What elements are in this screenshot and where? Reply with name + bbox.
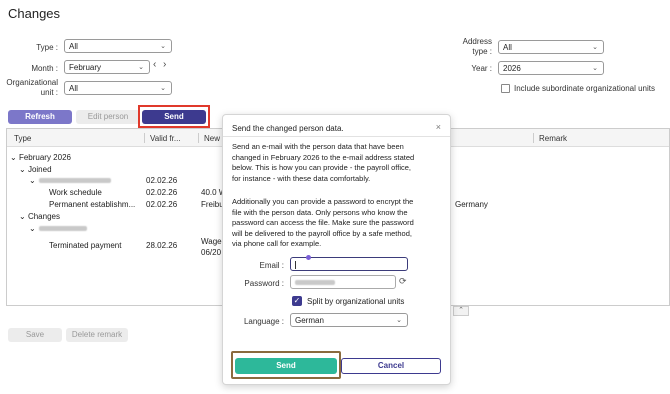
table-row-new-line1: Wage xyxy=(201,237,222,246)
month-select[interactable]: February ⌄ xyxy=(64,60,150,74)
org-unit-select[interactable]: All ⌄ xyxy=(64,81,172,95)
chevron-down-icon: ⌄ xyxy=(396,317,402,324)
column-separator xyxy=(198,133,199,143)
description-line: via phone call for example. xyxy=(232,239,322,248)
description-line: Send an e-mail with the person data that… xyxy=(232,142,404,151)
table-row-type: Terminated payment xyxy=(49,241,122,250)
previous-month-icon[interactable]: ‹ xyxy=(153,59,156,70)
next-month-icon[interactable]: › xyxy=(163,59,166,70)
language-label: Language : xyxy=(243,317,284,326)
column-separator xyxy=(144,133,145,143)
description-line: for instance - with these data comfortab… xyxy=(232,173,371,183)
include-subordinate-checkbox[interactable] xyxy=(501,84,510,93)
split-label: Split by organizational units xyxy=(307,297,405,306)
subgroup-label: Changes xyxy=(27,212,60,221)
dialog-description: Send an e-mail with the person data that… xyxy=(232,142,442,184)
page-title: Changes xyxy=(8,6,61,21)
language-select[interactable]: German ⌄ xyxy=(290,313,408,327)
table-row-type: Work schedule xyxy=(49,188,102,197)
description-line: will be delivered to the payroll office … xyxy=(232,228,412,238)
column-header-valid-from[interactable]: Valid fr... xyxy=(150,134,181,143)
close-icon[interactable]: × xyxy=(436,122,441,132)
dialog-password-info: Additionally you can provide a password … xyxy=(232,197,442,250)
table-row-type: Permanent establishm... xyxy=(49,200,136,209)
org-unit-select-value: All xyxy=(69,84,78,93)
subgroup-row-joined[interactable]: ⌄ Joined xyxy=(19,165,52,174)
chevron-down-icon: ⌄ xyxy=(160,43,166,50)
refresh-button[interactable]: Refresh xyxy=(8,110,72,124)
year-label: Year : xyxy=(471,64,492,73)
dialog-divider xyxy=(223,136,450,137)
split-checkbox[interactable]: ✓ xyxy=(292,296,302,306)
address-type-label: Address type : xyxy=(444,37,492,57)
description-line: password can access the file. Make sure … xyxy=(232,218,414,227)
chevron-down-icon: ⌄ xyxy=(160,85,166,92)
dialog-cancel-button[interactable]: Cancel xyxy=(341,358,441,374)
address-type-select-value: All xyxy=(503,43,512,52)
chevron-down-icon: ⌄ xyxy=(592,44,598,51)
description-line: file with the person data. Only persons … xyxy=(232,207,408,217)
address-type-label-line2: type : xyxy=(472,47,492,56)
table-row-valid: 02.02.26 xyxy=(146,200,178,209)
subgroup-label: Joined xyxy=(27,165,52,174)
month-select-value: February xyxy=(69,63,102,72)
year-select-value: 2026 xyxy=(503,64,521,73)
type-select[interactable]: All ⌄ xyxy=(64,39,172,53)
column-header-type[interactable]: Type xyxy=(14,134,31,143)
email-label: Email : xyxy=(259,261,284,270)
group-label: February 2026 xyxy=(18,153,71,162)
description-line: below. This is how you can provide - the… xyxy=(232,163,411,172)
redacted-person-name xyxy=(39,178,111,183)
text-cursor xyxy=(295,261,296,269)
month-label: Month : xyxy=(31,64,58,73)
table-row-new: Freibu xyxy=(201,200,224,209)
chevron-down-icon: ⌄ xyxy=(29,224,36,233)
column-separator xyxy=(533,133,534,143)
language-select-value: German xyxy=(295,316,324,325)
column-header-remark[interactable]: Remark xyxy=(539,134,567,143)
send-button[interactable]: Send xyxy=(142,110,206,124)
password-field[interactable] xyxy=(290,275,396,289)
description-line: Additionally you can provide a password … xyxy=(232,197,414,206)
regenerate-password-icon[interactable]: ⟳ xyxy=(399,276,407,287)
chevron-down-icon: ⌄ xyxy=(10,153,17,162)
type-label: Type : xyxy=(36,43,58,52)
chevron-down-icon: ⌄ xyxy=(592,65,598,72)
description-line: changed in February 2026 to the e-mail a… xyxy=(232,152,415,162)
org-unit-label: Organizational unit : xyxy=(4,78,58,98)
year-select[interactable]: 2026 ⌄ xyxy=(498,61,604,75)
subgroup-row-changes[interactable]: ⌄ Changes xyxy=(19,212,60,221)
table-row-valid: 02.02.26 xyxy=(146,188,178,197)
table-row-new-line2: 06/20 xyxy=(201,248,222,257)
org-unit-label-line1: Organizational xyxy=(6,78,58,87)
dialog-send-button[interactable]: Send xyxy=(235,358,337,374)
cursor-indicator-icon xyxy=(306,255,311,260)
dialog-title: Send the changed person data. xyxy=(232,124,344,133)
edit-person-button[interactable]: Edit person xyxy=(76,110,140,124)
save-button[interactable]: Save xyxy=(8,328,62,342)
org-unit-label-line2: unit : xyxy=(40,88,58,97)
person-row-joined[interactable]: ⌄ xyxy=(29,176,36,185)
scroll-up-icon[interactable]: ⌃ xyxy=(453,306,469,316)
type-select-value: All xyxy=(69,42,78,51)
table-row-extra: Germany xyxy=(455,200,488,209)
redacted-person-name xyxy=(39,226,87,231)
person-row-changes[interactable]: ⌄ xyxy=(29,224,36,233)
address-type-label-line1: Address xyxy=(462,37,492,46)
group-row-month[interactable]: ⌄ February 2026 xyxy=(10,153,71,162)
person-joined-date: 02.02.26 xyxy=(146,176,178,185)
send-dialog: Send the changed person data. × Send an … xyxy=(222,114,451,385)
table-row-new: Wage 06/20 xyxy=(201,236,222,258)
password-label: Password : xyxy=(244,279,284,288)
delete-remark-button[interactable]: Delete remark xyxy=(66,328,128,342)
chevron-down-icon: ⌄ xyxy=(138,64,144,71)
table-row-valid: 28.02.26 xyxy=(146,241,178,250)
address-type-select[interactable]: All ⌄ xyxy=(498,40,604,54)
include-subordinate-label: Include subordinate organizational units xyxy=(514,84,655,93)
column-header-new[interactable]: New xyxy=(204,134,220,143)
redacted-password xyxy=(295,280,335,285)
chevron-down-icon: ⌄ xyxy=(29,176,36,185)
chevron-down-icon: ⌄ xyxy=(19,165,26,174)
chevron-down-icon: ⌄ xyxy=(19,212,26,221)
